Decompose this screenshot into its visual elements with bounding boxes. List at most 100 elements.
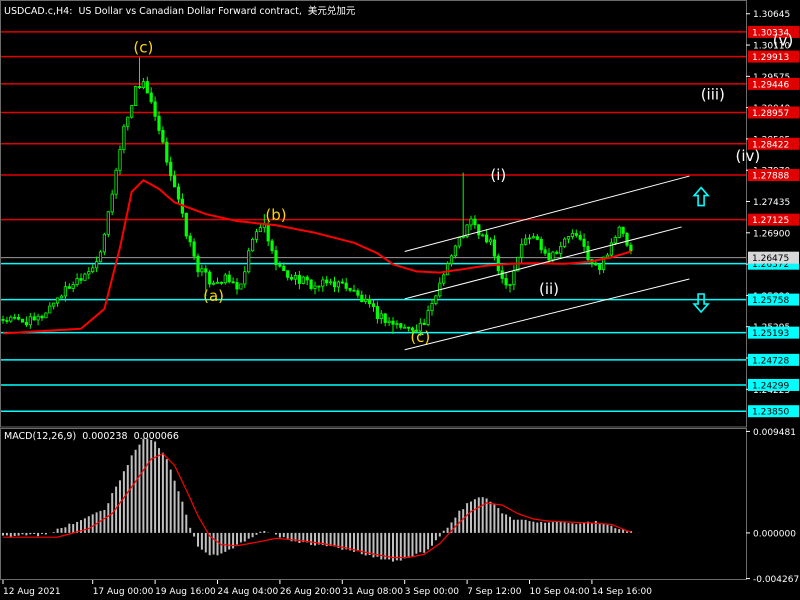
- candle-body: [543, 249, 547, 254]
- candle-body: [613, 237, 617, 244]
- candle-body: [153, 101, 157, 117]
- candle-body: [184, 212, 188, 237]
- candle-body: [321, 279, 325, 287]
- candle-body: [141, 81, 145, 89]
- candle-body: [83, 273, 87, 281]
- candle-body: [118, 149, 122, 171]
- candle-body: [188, 235, 192, 243]
- macd-axis-label: 0.000000: [753, 529, 796, 539]
- candle-body: [325, 279, 329, 284]
- candle-body: [13, 316, 17, 319]
- candle-body: [594, 262, 598, 266]
- candle-body: [258, 227, 263, 233]
- candle-body: [145, 81, 149, 94]
- candle-body: [551, 251, 555, 261]
- candle-body: [574, 233, 578, 236]
- candle-body: [110, 193, 114, 213]
- candle-body: [344, 282, 348, 289]
- candle-body: [442, 274, 446, 284]
- candle-body: [348, 287, 352, 291]
- candle-body: [500, 270, 504, 279]
- candle-body: [247, 250, 251, 273]
- candle-body: [481, 234, 485, 237]
- candle-body: [266, 224, 270, 242]
- candle-body: [305, 276, 309, 281]
- candle-body: [79, 278, 83, 281]
- candle-body: [95, 261, 99, 269]
- candle-body: [122, 125, 126, 151]
- candle-body: [328, 281, 333, 284]
- level-price-label: 1.27125: [752, 216, 789, 226]
- wave-label: (v): [773, 32, 794, 50]
- time-axis-label: 19 Aug 16:00: [155, 587, 216, 597]
- macd-header: MACD(12,26,9) 0.000238 0.000066: [4, 431, 182, 442]
- candle-body: [106, 211, 110, 235]
- candle-body: [289, 276, 294, 280]
- candle-body: [488, 239, 493, 243]
- candle-body: [196, 255, 200, 273]
- price-axis-label: 1.27435: [753, 198, 790, 208]
- candle-body: [274, 250, 278, 266]
- candle-body: [360, 294, 364, 303]
- candle-body: [133, 86, 138, 106]
- candle-body: [547, 252, 551, 261]
- candle-body: [340, 281, 344, 284]
- candle-body: [559, 246, 563, 254]
- candle-body: [531, 236, 536, 239]
- candle-body: [114, 169, 118, 195]
- candle-body: [473, 218, 477, 226]
- wave-label: (ii): [539, 280, 559, 298]
- candle-body: [356, 290, 360, 296]
- candle-body: [161, 130, 165, 143]
- candle-body: [504, 278, 508, 286]
- candle-body: [621, 226, 625, 234]
- candle-body: [582, 238, 586, 247]
- wave-label: (iv): [736, 147, 761, 165]
- time-axis-label: 3 Sep 00:00: [405, 587, 460, 597]
- candle-body: [9, 316, 13, 322]
- candle-body: [484, 234, 489, 243]
- candle-body: [598, 264, 602, 270]
- candle-body: [492, 239, 497, 257]
- candle-body: [524, 238, 528, 245]
- wave-label: (c): [133, 39, 153, 57]
- candle-body: [375, 306, 380, 319]
- candle-body: [20, 318, 25, 323]
- candle-body: [169, 161, 173, 177]
- candle-body: [508, 284, 512, 287]
- time-axis-label: 24 Aug 04:00: [218, 587, 279, 597]
- candle-body: [422, 322, 426, 326]
- candle-body: [496, 255, 500, 272]
- wave-label: (i): [490, 166, 506, 184]
- candle-body: [391, 320, 395, 325]
- candle-body: [282, 265, 286, 272]
- candle-body: [293, 275, 298, 280]
- price-chart[interactable]: 1.306451.301101.295751.290401.285051.279…: [0, 0, 800, 600]
- candle-body: [527, 237, 532, 240]
- candle-body: [235, 282, 239, 290]
- candle-body: [555, 251, 559, 254]
- level-price-label: 1.29446: [752, 80, 789, 90]
- candle-body: [352, 289, 356, 292]
- candle-body: [254, 231, 259, 240]
- candle-body: [32, 316, 36, 321]
- candle-body: [449, 255, 454, 265]
- level-price-label: 1.27888: [752, 172, 789, 182]
- candle-body: [24, 321, 29, 326]
- candle-body: [520, 243, 524, 258]
- level-price-label: 1.24728: [752, 356, 789, 366]
- candle-body: [563, 238, 567, 247]
- level-price-label: 1.23850: [752, 408, 789, 418]
- candle-body: [149, 92, 153, 103]
- candle-body: [262, 224, 266, 229]
- candle-body: [387, 320, 391, 324]
- candle-body: [87, 271, 91, 275]
- candle-body: [578, 235, 582, 240]
- candle-body: [40, 315, 44, 319]
- candle-body: [98, 251, 103, 263]
- candle-body: [59, 295, 64, 299]
- candle-body: [457, 237, 461, 247]
- macd-axis-label: 0.009481: [753, 428, 796, 438]
- macd-axis-label: -0.004267: [753, 575, 799, 585]
- candle-body: [399, 323, 403, 328]
